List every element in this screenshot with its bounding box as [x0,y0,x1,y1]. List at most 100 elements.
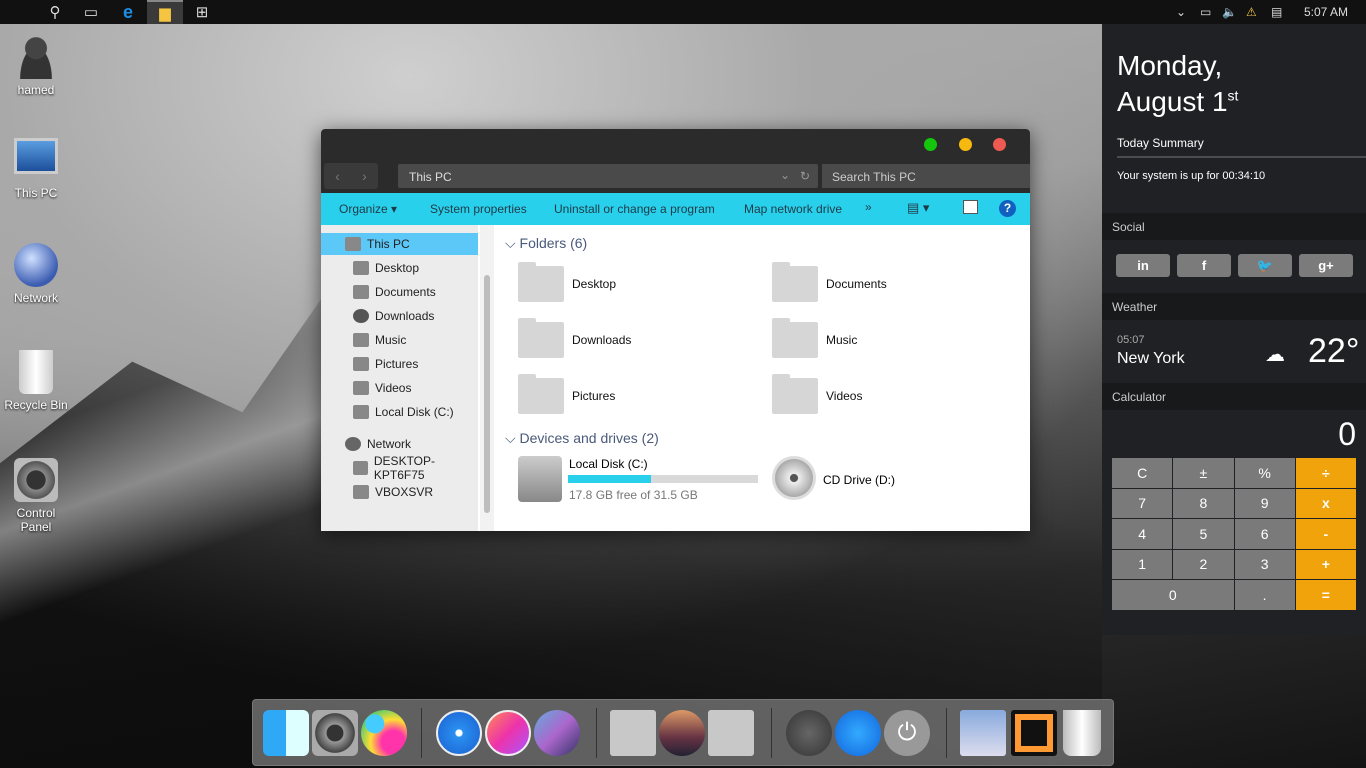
forward-button[interactable]: › [362,168,367,184]
clock[interactable]: 5:07 AM [1304,0,1348,24]
scrollbar-thumb[interactable] [484,275,490,513]
file-explorer-icon[interactable]: ▆ [147,0,183,24]
store-icon[interactable]: ⊞ [184,0,220,24]
maximize-button[interactable] [924,138,937,151]
volume-icon[interactable]: 🔈 [1222,0,1237,24]
uninstall-program-button[interactable]: Uninstall or change a program [554,202,715,216]
folders-group-header[interactable]: ⌵ Folders (6) [505,235,587,252]
sidebar-item-vboxsvr[interactable]: VBOXSVR [321,481,478,503]
network-warning-icon[interactable]: ⚠ [1246,0,1257,24]
apple-icon[interactable] [0,0,36,24]
folder-documents[interactable]: Documents [772,262,887,302]
map-network-drive-button[interactable]: Map network drive [744,202,842,216]
refresh-icon[interactable]: ↻ [800,169,810,183]
calc-key[interactable]: 0 [1112,580,1234,610]
system-preferences-icon[interactable] [312,710,358,756]
sidebar-scrollbar[interactable] [480,225,494,531]
drives-group-header[interactable]: ⌵ Devices and drives (2) [505,430,659,447]
calc-key[interactable]: - [1295,519,1356,549]
game-center-icon[interactable] [361,710,407,756]
folder-icon[interactable] [610,710,656,756]
calc-key[interactable]: ± [1173,458,1234,488]
weather-time: 05:07 [1117,334,1145,346]
calc-key[interactable]: 3 [1234,549,1295,579]
drive-local-disk[interactable]: Local Disk (C:) 17.8 GB free of 31.5 GB [518,456,758,504]
app-store-icon[interactable] [835,710,881,756]
sidebar-item-network[interactable]: Network [321,433,478,455]
calc-key[interactable]: 5 [1173,519,1234,549]
siri-icon[interactable] [534,710,580,756]
minimize-button[interactable] [959,138,972,151]
finder-icon[interactable] [263,710,309,756]
safari-icon[interactable] [436,710,482,756]
address-bar[interactable]: This PC ⌄ ↻ [398,164,818,188]
folder-icon [772,318,818,358]
calc-key[interactable]: 9 [1234,488,1295,518]
chevron-up-icon[interactable]: ⌄ [1176,0,1186,24]
calc-key[interactable]: 2 [1173,549,1234,579]
sidebar-item-this-pc[interactable]: This PC [321,233,478,255]
sidebar-item-local-disk[interactable]: Local Disk (C:) [321,401,478,423]
sidebar-label: This PC [367,237,410,251]
desktop-icon-network[interactable]: Network [0,243,72,305]
sidebar-item-desktop-pc[interactable]: DESKTOP-KPT6F75 [321,454,478,482]
folder-pictures[interactable]: Pictures [518,374,615,414]
calc-key[interactable]: = [1295,580,1356,610]
organize-button[interactable]: Organize ▾ [339,202,397,216]
help-icon[interactable]: ? [999,200,1016,217]
sidebar-item-pictures[interactable]: Pictures [321,353,478,375]
back-button[interactable]: ‹ [335,168,340,184]
dock-separator [596,708,597,758]
battery-icon[interactable]: ▭ [1200,0,1211,24]
sidebar-item-downloads[interactable]: Downloads [321,305,478,327]
calc-key[interactable]: 1 [1112,549,1173,579]
desktop-icon-recycle-bin[interactable]: Recycle Bin [0,350,72,412]
system-properties-button[interactable]: System properties [430,202,527,216]
chevron-down-icon[interactable]: ⌄ [780,168,790,182]
sidebar-item-documents[interactable]: Documents [321,281,478,303]
preview-icon[interactable] [960,710,1006,756]
calc-key[interactable]: 8 [1173,488,1234,518]
launchpad-icon[interactable] [786,710,832,756]
notifications-icon[interactable]: ▤ [1271,0,1282,24]
folder-videos[interactable]: Videos [772,374,862,414]
desktop-icon-user[interactable]: hamed [0,35,72,97]
calc-key[interactable]: 6 [1234,519,1295,549]
applications-folder-icon[interactable] [708,710,754,756]
desktop-icon-this-pc[interactable]: This PC [0,138,72,200]
twitter-button[interactable]: 🐦 [1238,254,1292,277]
folder-music[interactable]: Music [772,318,857,358]
folder-desktop[interactable]: Desktop [518,262,616,302]
calc-key[interactable]: + [1295,549,1356,579]
task-view-icon[interactable]: ▭ [73,0,109,24]
calc-key[interactable]: x [1295,488,1356,518]
edge-icon[interactable]: e [110,0,146,24]
mission-control-icon[interactable] [1011,710,1057,756]
more-button[interactable]: » [865,200,872,214]
power-icon[interactable]: ⏻ [884,710,930,756]
search-icon[interactable]: ⚲ [37,0,73,24]
google-plus-button[interactable]: g+ [1299,254,1353,277]
view-options-icon[interactable]: ▤ ▾ [907,200,929,216]
facebook-button[interactable]: f [1177,254,1231,277]
itunes-icon[interactable] [485,710,531,756]
search-input[interactable]: Search This PC [822,164,1030,188]
calc-key[interactable]: 4 [1112,519,1173,549]
calc-key[interactable]: ÷ [1295,458,1356,488]
macos-sierra-icon[interactable] [659,710,705,756]
sidebar-item-desktop[interactable]: Desktop [321,257,478,279]
sidebar-item-music[interactable]: Music [321,329,478,351]
calc-key[interactable]: C [1112,458,1173,488]
linkedin-button[interactable]: in [1116,254,1170,277]
close-button[interactable] [993,138,1006,151]
title-bar[interactable] [321,129,1030,160]
preview-pane-icon[interactable] [963,200,978,214]
trash-icon[interactable] [1063,710,1101,756]
drive-cd[interactable]: CD Drive (D:) [772,456,972,504]
calc-key[interactable]: 7 [1112,488,1173,518]
folder-downloads[interactable]: Downloads [518,318,631,358]
calc-key[interactable]: % [1234,458,1295,488]
desktop-icon-control-panel[interactable]: Control Panel [0,458,72,534]
calc-key[interactable]: . [1234,580,1295,610]
sidebar-item-videos[interactable]: Videos [321,377,478,399]
